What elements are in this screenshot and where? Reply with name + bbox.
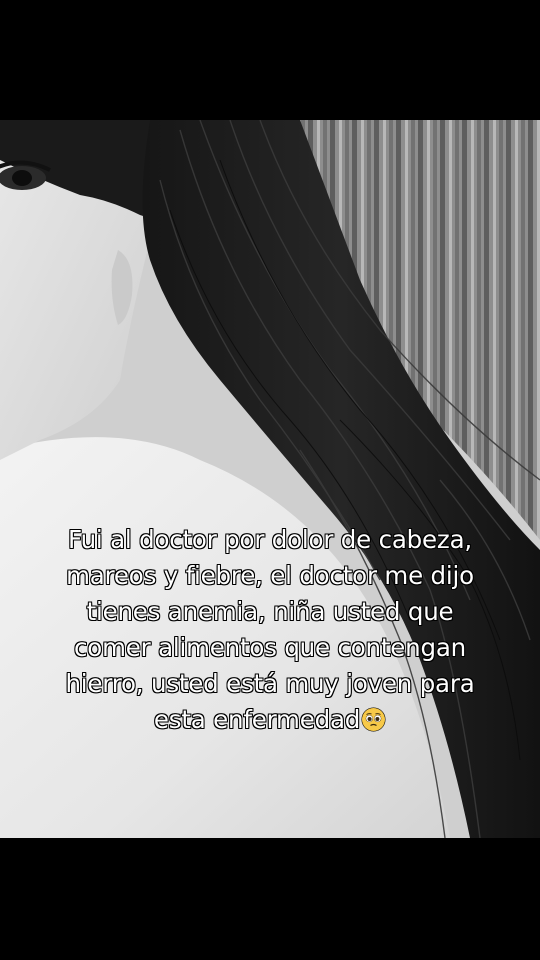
top-letterbox-bar — [0, 0, 540, 120]
caption-line-text: esta enfermedad — [153, 704, 361, 734]
caption-last-line: esta enfermedad — [30, 702, 510, 738]
bottom-letterbox-bar — [0, 838, 540, 960]
caption-line: mareos y fiebre, el doctor me dijo — [66, 560, 475, 590]
caption-line: Fui al doctor por dolor de cabeza, — [67, 524, 472, 554]
caption-line: hierro, usted está muy joven para — [65, 668, 476, 698]
caption-line: comer alimentos que contengan — [73, 632, 466, 662]
overlay-caption: Fui al doctor por dolor de cabeza, mareo… — [30, 522, 510, 738]
screen: Fui al doctor por dolor de cabeza, mareo… — [0, 0, 540, 960]
pleading-face-icon — [361, 706, 386, 732]
caption-line: tienes anemia, niña usted que — [86, 596, 454, 626]
